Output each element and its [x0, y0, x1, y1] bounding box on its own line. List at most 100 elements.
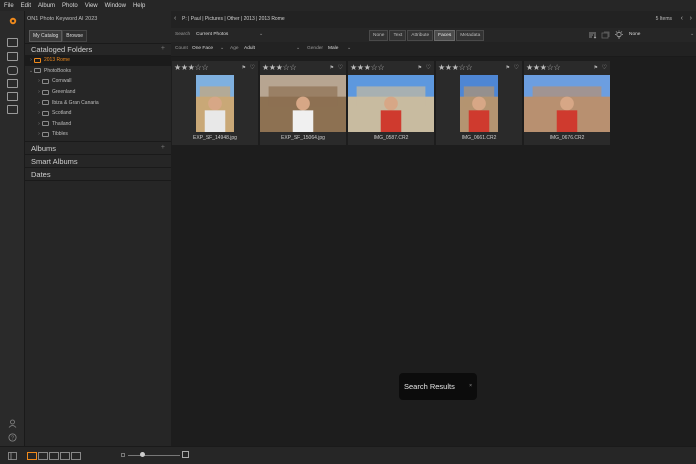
menu-photo[interactable]: Photo	[62, 3, 78, 9]
close-icon[interactable]: ×	[469, 383, 472, 389]
photo-cell[interactable]: ★★★☆☆ ⚑ ♡ EXP_SF_14948.jpg	[172, 61, 258, 145]
chevron-down-icon[interactable]: ⌄	[347, 45, 351, 51]
stack-icon[interactable]	[601, 31, 610, 39]
slider-handle[interactable]	[140, 452, 145, 457]
filter-bar: Search Current Photos ⌄ None Text Attrib…	[171, 28, 696, 42]
breadcrumb[interactable]: P: | Paul | Pictures | Other | 2013 | 20…	[182, 16, 285, 22]
flag-icon[interactable]: ⚑	[330, 65, 334, 71]
map-view-icon[interactable]	[71, 452, 81, 460]
help-icon[interactable]: ?	[8, 433, 17, 442]
large-thumb-icon	[182, 451, 189, 458]
search-scope-dropdown[interactable]: Current Photos	[196, 32, 228, 37]
back-arrow-icon[interactable]: ‹	[174, 15, 176, 22]
count-dropdown[interactable]: One Face	[192, 46, 213, 51]
tab-my-catalog[interactable]: My Catalog	[29, 30, 63, 42]
photo-thumbnail[interactable]	[460, 75, 498, 132]
filter-none-button[interactable]: None	[369, 30, 389, 41]
star-rating[interactable]: ★★★☆☆	[438, 63, 473, 72]
photo-thumbnail[interactable]	[524, 75, 610, 132]
filter-attribute-button[interactable]: Attribute	[407, 30, 434, 41]
folder-row[interactable]: › Thailand	[25, 119, 171, 130]
folder-row[interactable]: › Greenland	[25, 87, 171, 98]
folder-label: Thailand	[52, 120, 72, 127]
grid-view-icon[interactable]	[27, 452, 37, 460]
photo-cell[interactable]: ★★★☆☆ ⚑ ♡ IMG_0676.CR2	[524, 61, 610, 145]
folder-icon[interactable]	[7, 79, 18, 88]
photo-thumbnail[interactable]	[260, 75, 346, 132]
folder-row[interactable]: ⌄ PhotoBooks	[25, 66, 171, 77]
folder-row[interactable]: › 2013 Rome	[25, 55, 171, 66]
filter-text-button[interactable]: Text	[389, 30, 407, 41]
photo-thumbnail[interactable]	[196, 75, 234, 132]
chevron-down-icon[interactable]: ⌄	[220, 45, 224, 51]
menu-bar: File Edit Album Photo View Window Help	[0, 0, 696, 11]
section-albums[interactable]: Albums	[31, 144, 56, 153]
user-icon[interactable]	[8, 419, 17, 428]
heart-icon[interactable]: ♡	[338, 64, 343, 71]
menu-help[interactable]: Help	[133, 3, 145, 9]
heart-icon[interactable]: ♡	[602, 64, 607, 71]
section-dates[interactable]: Dates	[31, 170, 51, 179]
menu-album[interactable]: Album	[38, 3, 55, 9]
section-cataloged-folders[interactable]: Cataloged Folders	[31, 45, 92, 54]
thumbnail-size-slider[interactable]	[128, 455, 180, 456]
menu-view[interactable]: View	[85, 3, 98, 9]
divider	[25, 43, 171, 44]
photo-cell[interactable]: ★★★☆☆ ⚑ ♡ IMG_0661.CR2	[436, 61, 522, 145]
add-icon[interactable]	[7, 38, 18, 47]
folder-row[interactable]: › Ibiza & Gran Canaria	[25, 97, 171, 108]
monitor-icon[interactable]	[7, 52, 18, 61]
heart-icon[interactable]: ♡	[250, 64, 255, 71]
folder-row[interactable]: › Cornwall	[25, 76, 171, 87]
compare-view-icon[interactable]	[60, 452, 70, 460]
flag-icon[interactable]: ⚑	[594, 65, 598, 71]
sort-dropdown[interactable]: None	[629, 32, 640, 37]
add-album-icon[interactable]: +	[161, 144, 165, 151]
gender-dropdown[interactable]: Male	[328, 46, 338, 51]
heart-icon[interactable]: ♡	[514, 64, 519, 71]
menu-file[interactable]: File	[4, 3, 14, 9]
flag-icon[interactable]: ⚑	[242, 65, 246, 71]
folder-row[interactable]: › Scotland	[25, 108, 171, 119]
star-rating[interactable]: ★★★☆☆	[174, 63, 209, 72]
sidebar: ON1 Photo Keyword AI 2023 My Catalog Bro…	[25, 11, 171, 446]
star-rating[interactable]: ★★★☆☆	[262, 63, 297, 72]
filter-faces-button[interactable]: Faces	[434, 30, 456, 41]
flag-icon[interactable]: ⚑	[506, 65, 510, 71]
heart-icon[interactable]: ♡	[426, 64, 431, 71]
flag-icon[interactable]: ⚑	[418, 65, 422, 71]
module-icon-bar: ?	[0, 11, 25, 464]
photo-thumbnail[interactable]	[348, 75, 434, 132]
camera-icon[interactable]	[7, 66, 18, 75]
folder-label: Scotland	[52, 110, 72, 117]
detail-view-icon[interactable]	[38, 452, 48, 460]
app-logo-icon	[9, 17, 17, 25]
sort-icon[interactable]	[588, 31, 597, 39]
tab-browse[interactable]: Browse	[62, 30, 87, 42]
section-smart-albums[interactable]: Smart Albums	[31, 157, 78, 166]
filter-metadata-button[interactable]: Metadata	[456, 30, 485, 41]
panel-toggle-icon[interactable]	[8, 452, 17, 460]
light-bulb-icon[interactable]	[614, 30, 624, 40]
next-arrow-icon[interactable]: ›	[690, 15, 692, 22]
folder-row[interactable]: › Tibbles	[25, 129, 171, 140]
layers-icon[interactable]	[7, 105, 18, 114]
divider	[25, 180, 171, 181]
prev-arrow-icon[interactable]: ‹	[681, 15, 683, 22]
print-icon[interactable]	[7, 92, 18, 101]
photo-cell[interactable]: ★★★☆☆ ⚑ ♡ IMG_0587.CR2	[348, 61, 434, 145]
photo-cell[interactable]: ★★★☆☆ ⚑ ♡ EXP_SF_15064.jpg	[260, 61, 346, 145]
faces-filter-bar: Count One Face ⌄ Age Adult ⌄ Gender Male…	[171, 42, 696, 57]
star-rating[interactable]: ★★★☆☆	[350, 63, 385, 72]
chevron-down-icon[interactable]: ⌄	[296, 45, 300, 51]
sidebar-tabs: My Catalog Browse	[29, 30, 87, 42]
chevron-down-icon[interactable]: ⌄	[259, 31, 263, 37]
chevron-down-icon[interactable]: ⌄	[690, 31, 694, 37]
menu-window[interactable]: Window	[105, 3, 126, 9]
menu-edit[interactable]: Edit	[21, 3, 31, 9]
age-dropdown[interactable]: Adult	[244, 46, 255, 51]
star-rating[interactable]: ★★★☆☆	[526, 63, 561, 72]
filmstrip-view-icon[interactable]	[49, 452, 59, 460]
add-folder-icon[interactable]: +	[161, 45, 165, 52]
folder-label: Tibbles	[52, 131, 68, 138]
